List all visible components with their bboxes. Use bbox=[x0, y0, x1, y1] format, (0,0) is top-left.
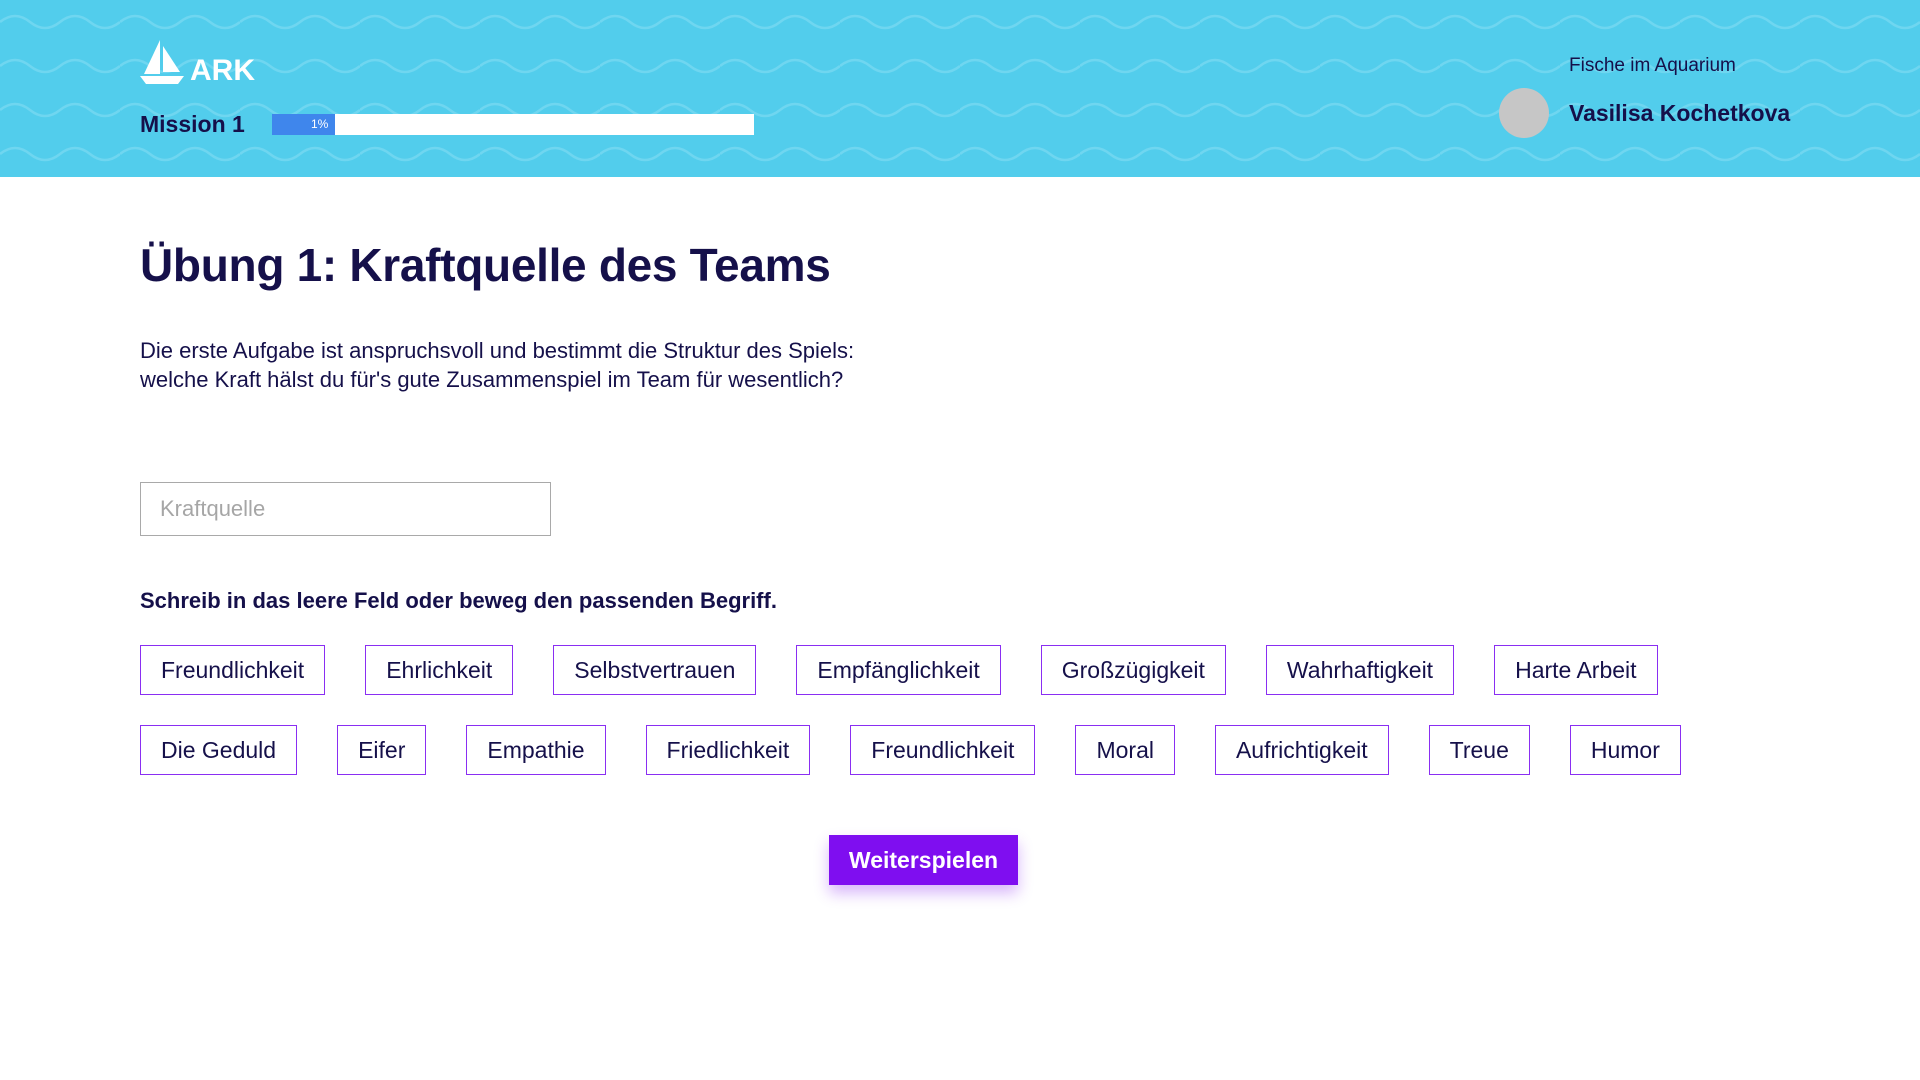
team-name: Fische im Aquarium bbox=[1569, 55, 1736, 76]
word-chip[interactable]: Friedlichkeit bbox=[645, 725, 811, 775]
instruction-hint: Schreib in das leere Feld oder beweg den… bbox=[140, 588, 777, 613]
word-chip[interactable]: Humor bbox=[1569, 725, 1681, 775]
word-chip[interactable]: Harte Arbeit bbox=[1494, 645, 1658, 695]
progress-label: 1% bbox=[311, 117, 329, 131]
progress-bar: 1% bbox=[272, 114, 754, 135]
header: ARK Mission 1 1% Fische im Aquarium Vasi… bbox=[0, 0, 1920, 177]
word-chip[interactable]: Empathie bbox=[466, 725, 606, 775]
description-line-1: Die erste Aufgabe ist anspruchsvoll und … bbox=[140, 338, 855, 363]
word-chip[interactable]: Großzügigkeit bbox=[1040, 645, 1226, 695]
logo[interactable]: ARK bbox=[140, 38, 255, 87]
description-line-2: welche Kraft hälst du für's gute Zusamme… bbox=[140, 367, 844, 392]
logo-text: ARK bbox=[190, 54, 255, 87]
word-chip[interactable]: Eifer bbox=[337, 725, 427, 775]
continue-button[interactable]: Weiterspielen bbox=[829, 835, 1018, 885]
word-chip[interactable]: Treue bbox=[1428, 725, 1530, 775]
sailboat-icon bbox=[140, 40, 184, 84]
word-chips-row-1: Freundlichkeit Ehrlichkeit Selbstvertrauen… bbox=[140, 645, 1658, 695]
word-chip[interactable]: Die Geduld bbox=[140, 725, 298, 775]
word-chip[interactable]: Aufrichtigkeit bbox=[1214, 725, 1389, 775]
word-chips-row-2: Die Geduld Eifer Empathie Friedlichkeit Freu… bbox=[140, 725, 1681, 775]
avatar[interactable] bbox=[1499, 88, 1549, 138]
word-chip[interactable]: Empfänglichkeit bbox=[796, 645, 1001, 695]
user-name[interactable]: Vasilisa Kochetkova bbox=[1569, 100, 1790, 127]
word-chip[interactable]: Moral bbox=[1075, 725, 1175, 775]
mission-label: Mission 1 bbox=[140, 111, 245, 137]
word-chip[interactable]: Freundlichkeit bbox=[850, 725, 1036, 775]
word-chip[interactable]: Wahrhaftigkeit bbox=[1265, 645, 1455, 695]
word-chip[interactable]: Freundlichkeit bbox=[140, 645, 326, 695]
wave-pattern bbox=[0, 0, 1920, 177]
answer-input[interactable] bbox=[140, 482, 551, 536]
word-chip[interactable]: Ehrlichkeit bbox=[365, 645, 514, 695]
task-description: Die erste Aufgabe ist anspruchsvoll und … bbox=[140, 336, 1040, 394]
page-title: Übung 1: Kraftquelle des Teams bbox=[140, 239, 831, 291]
word-chip[interactable]: Selbstvertrauen bbox=[553, 645, 757, 695]
